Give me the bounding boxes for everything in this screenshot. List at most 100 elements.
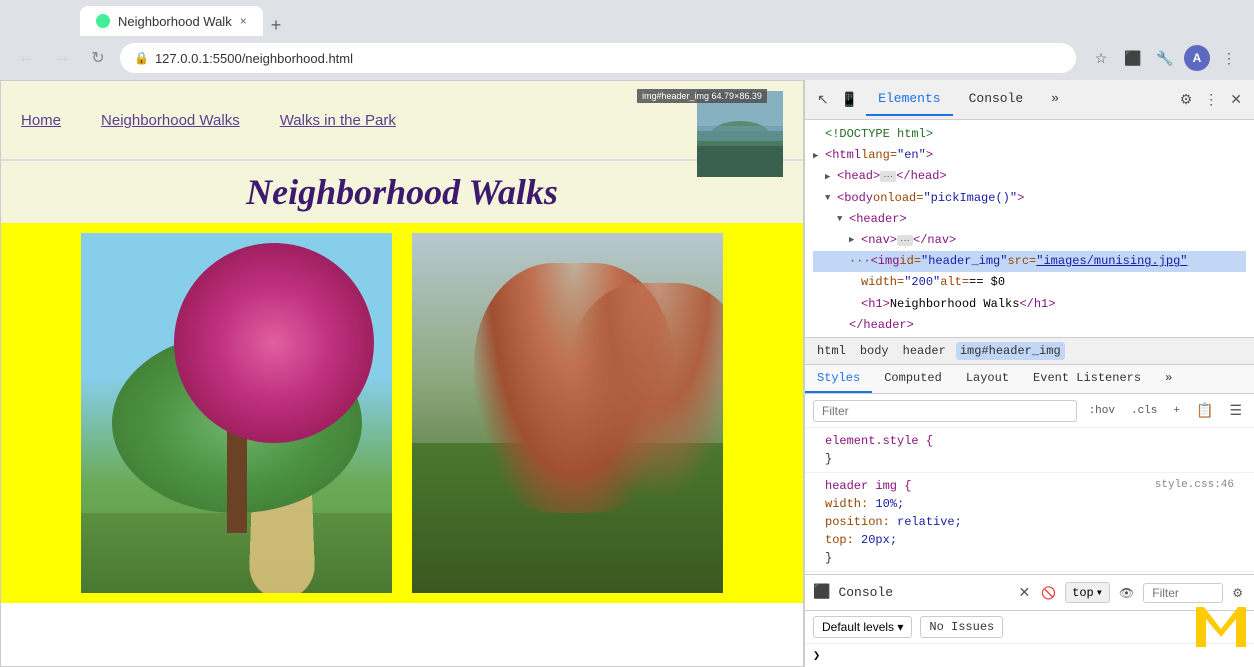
dom-html[interactable]: ▶ <html lang="en">	[813, 145, 1246, 166]
flowers-image	[412, 233, 723, 593]
elements-tab[interactable]: Elements	[866, 83, 952, 116]
dom-head[interactable]: ▶ <head> ··· </head>	[813, 166, 1246, 187]
device-toolbar-button[interactable]: 📱	[837, 87, 862, 112]
tab-title: Neighborhood Walk	[118, 14, 232, 29]
console-prompt-icon: ❯	[813, 648, 820, 663]
header-img-selector-line: header img { style.css:46	[813, 477, 1246, 495]
console-level-label: top	[1072, 586, 1094, 600]
dom-header-close[interactable]: </header>	[813, 315, 1246, 336]
add-style-btn[interactable]: +	[1169, 403, 1184, 419]
new-tab-button[interactable]: +	[263, 15, 290, 36]
header-img-width-prop: width:	[825, 497, 868, 511]
browser-tab[interactable]: Neighborhood Walk ×	[80, 6, 263, 36]
michigan-m-logo	[1196, 607, 1246, 647]
breadcrumb-html[interactable]: html	[813, 342, 850, 360]
menu-button[interactable]: ⋮	[1216, 45, 1242, 71]
webpage-inner: Home Neighborhood Walks Walks in the Par…	[1, 81, 803, 666]
console-tab-header[interactable]: Console	[957, 83, 1036, 116]
styles-tab-more[interactable]: »	[1153, 365, 1184, 393]
toggle-styles-btn[interactable]: ☰	[1225, 398, 1246, 423]
console-prompt-row: ❯	[805, 643, 1254, 667]
nav-walks-in-park[interactable]: Walks in the Park	[280, 112, 396, 129]
console-bottom-bar: Default levels ▾ No Issues	[805, 611, 1254, 643]
bookmark-button[interactable]: ☆	[1088, 45, 1114, 71]
nav-home[interactable]: Home	[21, 112, 61, 129]
img-src-val: "images/munising.jpg"	[1036, 252, 1187, 271]
console-level-dropdown[interactable]: top ▾	[1065, 582, 1110, 603]
styles-tab-layout[interactable]: Layout	[954, 365, 1021, 393]
dom-header[interactable]: ▼ <header>	[813, 209, 1246, 230]
photo-cell-1	[81, 233, 392, 593]
nav-expand[interactable]: ···	[897, 235, 913, 246]
head-expand[interactable]: ···	[880, 171, 896, 182]
inspect-element-button[interactable]: ↖	[813, 87, 833, 112]
main-area: Home Neighborhood Walks Walks in the Par…	[0, 80, 1254, 667]
devtools-close-button[interactable]: ✕	[1226, 87, 1246, 112]
site-h1-text: Neighborhood Walks	[246, 172, 558, 212]
img-tag: <img	[871, 252, 900, 271]
forward-button[interactable]: →	[48, 44, 76, 72]
extension-button[interactable]: 🔧	[1152, 45, 1178, 71]
address-bar[interactable]: 🔒 127.0.0.1:5500/neighborhood.html	[120, 43, 1076, 73]
console-close-btn[interactable]: ✕	[1018, 584, 1030, 601]
header-close-tag: </header>	[849, 316, 914, 335]
styles-tab-event-listeners[interactable]: Event Listeners	[1021, 365, 1153, 393]
header-img-width-line[interactable]: width: 10%;	[813, 495, 1246, 513]
header-img-source: style.css:46	[1155, 479, 1234, 491]
img-alt-attr: alt=	[940, 273, 969, 292]
styles-tab-computed[interactable]: Computed	[872, 365, 954, 393]
header-img-position-prop: position:	[825, 515, 890, 529]
console-eye-btn[interactable]: 👁	[1116, 583, 1137, 603]
console-panel: ⬛ Console ✕ 🚫 top ▾ 👁 ⚙ Default levels ▾…	[805, 574, 1254, 667]
header-img-top-val: 20px;	[861, 533, 897, 547]
dom-doctype[interactable]: <!DOCTYPE html>	[813, 124, 1246, 145]
dom-body[interactable]: ▼ <body onload="pickImage()">	[813, 188, 1246, 209]
profile-button[interactable]: A	[1184, 45, 1210, 71]
element-style-selector: element.style {	[813, 432, 1246, 450]
dom-nav[interactable]: ▶ <nav> ··· </nav>	[813, 230, 1246, 251]
img-alt-val: == $0	[969, 273, 1005, 292]
console-controls: 🚫 top ▾ 👁 ⚙	[1038, 582, 1246, 603]
reload-button[interactable]: ↻	[84, 44, 112, 72]
tree-canopy-pink	[174, 243, 374, 443]
dom-img-selected[interactable]: ··· <img id="header_img" src="images/mun…	[813, 251, 1246, 272]
nav-neighborhood-walks[interactable]: Neighborhood Walks	[101, 112, 240, 129]
pseudo-filter-btn[interactable]: :hov	[1085, 403, 1119, 419]
console-settings-btn[interactable]: ⚙	[1229, 583, 1246, 603]
nav-close: </nav>	[913, 231, 956, 250]
devtools-settings-button[interactable]: ⚙	[1176, 87, 1197, 112]
console-filter-input[interactable]	[1143, 583, 1223, 603]
styles-filter-input[interactable]	[813, 400, 1077, 422]
element-style-close-brace: }	[825, 452, 832, 466]
breadcrumb-header[interactable]: header	[899, 342, 950, 360]
console-clear-btn[interactable]: 🚫	[1038, 583, 1059, 603]
lock-icon: 🔒	[134, 51, 149, 65]
html-tag-close-bracket: >	[926, 146, 933, 165]
devtools-more-button[interactable]: ⋮	[1200, 87, 1222, 112]
html-attr-lang: lang=	[861, 146, 897, 165]
img-label: img#header_img 64.79×86.39	[637, 89, 767, 103]
breadcrumb-body[interactable]: body	[856, 342, 893, 360]
michigan-logo	[1196, 607, 1246, 647]
copy-styles-btn[interactable]: 📋	[1192, 398, 1217, 423]
header-image	[697, 91, 783, 177]
triangle-header: ▼	[837, 212, 849, 226]
cast-button[interactable]: ⬛	[1120, 45, 1146, 71]
breadcrumb-img[interactable]: img#header_img	[956, 342, 1065, 360]
default-levels-btn[interactable]: Default levels ▾	[813, 616, 912, 638]
header-open: <header>	[849, 210, 907, 229]
console-sidebar-btn[interactable]: ⬛	[813, 584, 830, 601]
back-button[interactable]: ←	[12, 44, 40, 72]
browser-actions: ☆ ⬛ 🔧 A ⋮	[1088, 45, 1242, 71]
dom-h1[interactable]: <h1>Neighborhood Walks</h1>	[813, 294, 1246, 315]
header-img-top-line[interactable]: top: 20px;	[813, 531, 1246, 549]
url-text: 127.0.0.1:5500/neighborhood.html	[155, 51, 353, 66]
cls-filter-btn[interactable]: .cls	[1127, 403, 1161, 419]
element-style-close: }	[813, 450, 1246, 468]
close-tab-button[interactable]: ×	[240, 14, 247, 28]
header-img-position-line[interactable]: position: relative;	[813, 513, 1246, 531]
more-tabs-button[interactable]: »	[1039, 83, 1071, 116]
styles-tab-styles[interactable]: Styles	[805, 365, 872, 393]
dom-img-attrs[interactable]: width="200" alt= == $0	[813, 272, 1246, 293]
tab-bar: Neighborhood Walk × +	[0, 0, 1254, 36]
